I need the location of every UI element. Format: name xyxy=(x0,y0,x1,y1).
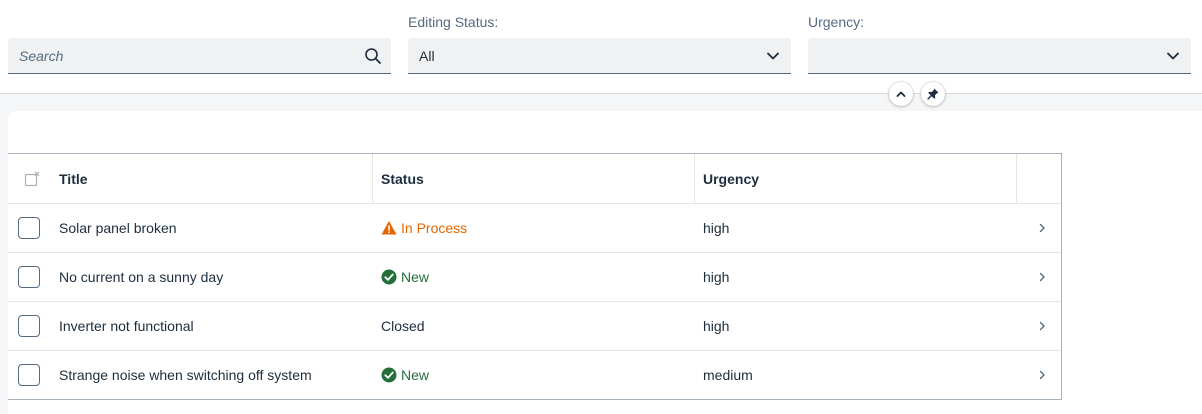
cell-status: New xyxy=(381,253,429,301)
select-all-icon[interactable] xyxy=(21,154,43,203)
success-icon xyxy=(381,269,397,285)
row-checkbox[interactable] xyxy=(18,364,40,386)
search-input[interactable] xyxy=(8,38,355,73)
chevron-right-icon[interactable] xyxy=(1032,253,1052,301)
filter-bar: Editing Status: All Urgency: xyxy=(0,0,1202,94)
column-header-status[interactable]: Status xyxy=(381,154,424,203)
row-checkbox[interactable] xyxy=(18,217,40,239)
cell-title: Solar panel broken xyxy=(59,220,177,236)
status-text: New xyxy=(401,367,430,383)
collapse-header-button[interactable] xyxy=(889,82,913,106)
table-row[interactable]: No current on a sunny day New high xyxy=(8,253,1061,302)
cell-urgency: high xyxy=(703,220,730,236)
editing-status-select[interactable]: All xyxy=(408,38,791,74)
editing-status-value: All xyxy=(419,47,435,64)
chevron-down-icon[interactable] xyxy=(755,38,791,74)
pin-header-button[interactable] xyxy=(921,82,945,106)
cell-title: Inverter not functional xyxy=(59,318,194,334)
column-header-urgency[interactable]: Urgency xyxy=(703,154,759,203)
cell-title: Strange noise when switching off system xyxy=(59,367,312,383)
table-card: Title Status Urgency Solar panel broken … xyxy=(8,111,1202,414)
column-divider xyxy=(1016,154,1017,204)
search-field[interactable] xyxy=(8,38,391,74)
row-checkbox[interactable] xyxy=(18,315,40,337)
row-checkbox[interactable] xyxy=(18,266,40,288)
cell-status: In Process xyxy=(381,204,467,252)
table-row[interactable]: Inverter not functional Closed high xyxy=(8,302,1061,351)
cell-status: Closed xyxy=(381,302,425,350)
items-table: Title Status Urgency Solar panel broken … xyxy=(8,153,1062,400)
urgency-label: Urgency: xyxy=(808,14,865,30)
search-icon[interactable] xyxy=(355,38,391,74)
table-row[interactable]: Strange noise when switching off system … xyxy=(8,351,1061,400)
urgency-select[interactable] xyxy=(808,38,1191,74)
chevron-up-icon xyxy=(895,88,907,100)
pin-icon xyxy=(926,87,940,101)
column-divider xyxy=(372,154,373,204)
cell-urgency: high xyxy=(703,318,730,334)
success-icon xyxy=(381,367,397,383)
column-divider xyxy=(694,154,695,204)
chevron-right-icon[interactable] xyxy=(1032,351,1052,399)
status-text: Closed xyxy=(381,318,425,334)
table-header-row: Title Status Urgency xyxy=(8,154,1061,204)
cell-title: No current on a sunny day xyxy=(59,269,224,285)
chevron-down-icon[interactable] xyxy=(1155,38,1191,74)
chevron-right-icon[interactable] xyxy=(1032,302,1052,350)
cell-status: New xyxy=(381,351,429,399)
cell-urgency: medium xyxy=(703,367,753,383)
status-text: New xyxy=(401,269,430,285)
warning-icon xyxy=(381,220,397,236)
column-header-title[interactable]: Title xyxy=(59,154,88,203)
status-text: In Process xyxy=(401,220,468,236)
editing-status-label: Editing Status: xyxy=(408,14,499,30)
cell-urgency: high xyxy=(703,269,730,285)
table-row[interactable]: Solar panel broken In Process high xyxy=(8,204,1061,253)
chevron-right-icon[interactable] xyxy=(1032,204,1052,252)
